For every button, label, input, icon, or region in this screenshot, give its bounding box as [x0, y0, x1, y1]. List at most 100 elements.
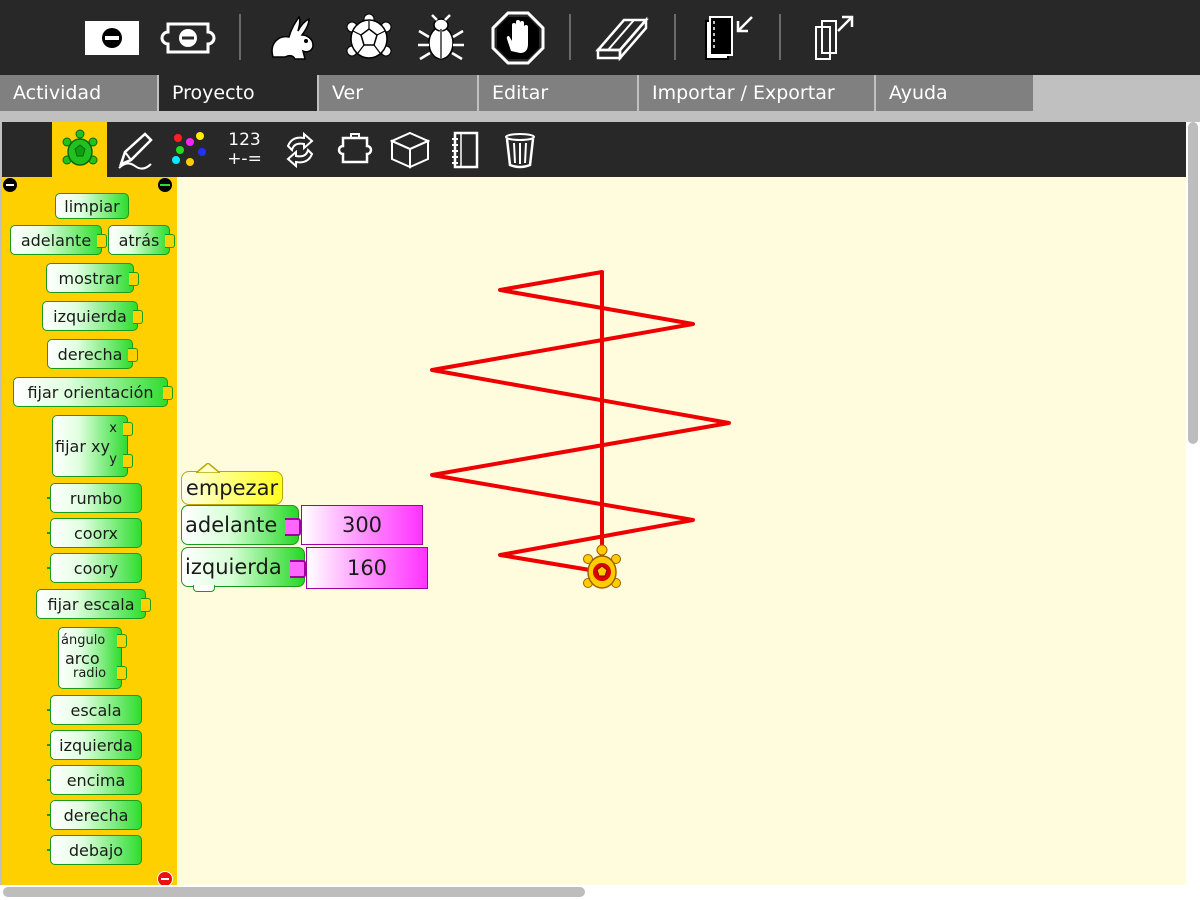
bug-icon[interactable]	[413, 10, 469, 66]
block-label: limpiar	[64, 196, 120, 216]
shrink-palette-bottom-icon[interactable]	[157, 871, 173, 885]
toolbar-separator	[674, 14, 676, 60]
block-label: atrás	[118, 230, 160, 250]
arg-label-x: x	[109, 421, 117, 436]
vertical-scrollbar[interactable]	[1186, 122, 1200, 885]
back-block[interactable]: atrás	[108, 225, 175, 255]
set-heading-block[interactable]: fijar orientación	[13, 377, 173, 407]
tab-ayuda[interactable]: Ayuda	[876, 75, 1035, 111]
xcor-block[interactable]: coorx	[47, 518, 142, 548]
block-label: derecha	[57, 344, 123, 364]
block-label: fijar xy	[55, 436, 110, 456]
block-stem	[47, 567, 51, 569]
forward-value-block[interactable]: 300	[301, 505, 423, 545]
show-block[interactable]: mostrar	[46, 263, 139, 293]
eraser-icon[interactable]	[594, 10, 650, 66]
block-label: debajo	[68, 840, 124, 860]
right-pos-block[interactable]: derecha	[47, 800, 142, 830]
sensors-palette-icon[interactable]	[437, 122, 492, 177]
tab-proyecto[interactable]: Proyecto	[159, 75, 319, 111]
tab-ver[interactable]: Ver	[319, 75, 479, 111]
block-stem	[47, 814, 51, 816]
argument-connector	[285, 518, 301, 536]
minus-box-icon[interactable]	[84, 10, 140, 66]
number-value: 300	[341, 513, 383, 537]
tab-actividad[interactable]: Actividad	[0, 75, 159, 111]
turtle-canvas[interactable]: empezar adelante 300 izquierda 160	[177, 177, 1186, 885]
block-socket	[97, 234, 107, 248]
block-label: adelante	[185, 513, 278, 537]
block-socket	[165, 234, 175, 248]
left-program-block[interactable]: izquierda	[181, 547, 305, 587]
block-label: fijar escala	[47, 594, 135, 614]
toolbar-separator	[779, 14, 781, 60]
colors-palette-icon[interactable]	[162, 122, 217, 177]
block-socket	[163, 386, 173, 400]
block-label: coorx	[74, 523, 118, 543]
pen-palette-icon[interactable]	[107, 122, 162, 177]
scale-block[interactable]: escala	[47, 695, 142, 725]
top-pos-block[interactable]: encima	[47, 765, 142, 795]
numbers-label-bottom: +-=	[227, 148, 262, 169]
argument-connector	[290, 560, 306, 578]
main-toolbar	[0, 0, 1200, 75]
arc-block[interactable]: ángulo arco radio	[58, 627, 127, 689]
block-stem	[47, 532, 51, 534]
forward-program-block[interactable]: adelante	[181, 505, 299, 545]
shrink-palette-icon[interactable]	[3, 178, 17, 192]
horizontal-scrollbar[interactable]	[0, 885, 1200, 900]
numbers-palette-icon[interactable]: 123 +-=	[217, 122, 272, 177]
export-icon[interactable]	[804, 10, 860, 66]
block-socket	[128, 348, 138, 362]
clean-block[interactable]: limpiar	[55, 193, 129, 219]
toolbar-separator	[239, 14, 241, 60]
block-label: escala	[70, 700, 122, 720]
hand-stop-icon[interactable]	[490, 10, 546, 66]
heading-block[interactable]: rumbo	[47, 483, 142, 513]
left-value-block[interactable]: 160	[306, 547, 428, 589]
bottom-pos-block[interactable]: debajo	[47, 835, 142, 865]
right-block[interactable]: derecha	[47, 339, 138, 369]
block-stem	[47, 744, 51, 746]
block-bottom-notch	[193, 585, 215, 592]
arg-label-radius: radio	[73, 666, 107, 681]
set-scale-block[interactable]: fijar escala	[36, 589, 151, 619]
trash-icon[interactable]	[492, 122, 547, 177]
vertical-scroll-thumb[interactable]	[1188, 122, 1198, 444]
block-label: derecha	[63, 805, 129, 825]
block-label: mostrar	[58, 268, 122, 288]
blocks-palette-icon[interactable]	[327, 122, 382, 177]
tab-divider	[0, 111, 1200, 121]
palette-orientation-icon[interactable]	[158, 178, 172, 192]
number-value: 160	[346, 556, 388, 580]
block-socket	[117, 666, 127, 680]
block-label: rumbo	[69, 488, 123, 508]
hide-blocks-icon[interactable]	[160, 10, 216, 66]
left-block[interactable]: izquierda	[42, 301, 143, 331]
rabbit-icon[interactable]	[264, 10, 320, 66]
block-stem	[47, 709, 51, 711]
block-palette: limpiar adelante atrás mostrar izquierda…	[2, 177, 177, 885]
forward-block[interactable]: adelante	[10, 225, 107, 255]
block-label: adelante	[20, 230, 92, 250]
block-label: izquierda	[53, 306, 127, 326]
block-label: empezar	[185, 476, 279, 500]
left-pos-block[interactable]: izquierda	[47, 730, 142, 760]
tab-editar[interactable]: Editar	[479, 75, 639, 111]
block-label: encima	[66, 770, 126, 790]
block-socket	[117, 634, 127, 648]
flow-palette-icon[interactable]	[272, 122, 327, 177]
ycor-block[interactable]: coory	[47, 553, 142, 583]
turtle-icon[interactable]	[582, 543, 622, 593]
block-label: fijar orientación	[27, 382, 154, 402]
block-socket	[133, 310, 143, 324]
start-block[interactable]: empezar	[181, 471, 283, 505]
horizontal-scroll-thumb[interactable]	[3, 887, 585, 897]
import-journal-icon[interactable]	[700, 10, 756, 66]
tab-importar-exportar[interactable]: Importar / Exportar	[639, 75, 876, 111]
set-xy-block[interactable]: fijar xy x y	[52, 415, 133, 477]
arg-label-y: y	[109, 452, 117, 467]
turtle-icon[interactable]	[341, 10, 397, 66]
turtle-palette-icon[interactable]	[52, 122, 107, 177]
extras-palette-icon[interactable]	[382, 122, 437, 177]
